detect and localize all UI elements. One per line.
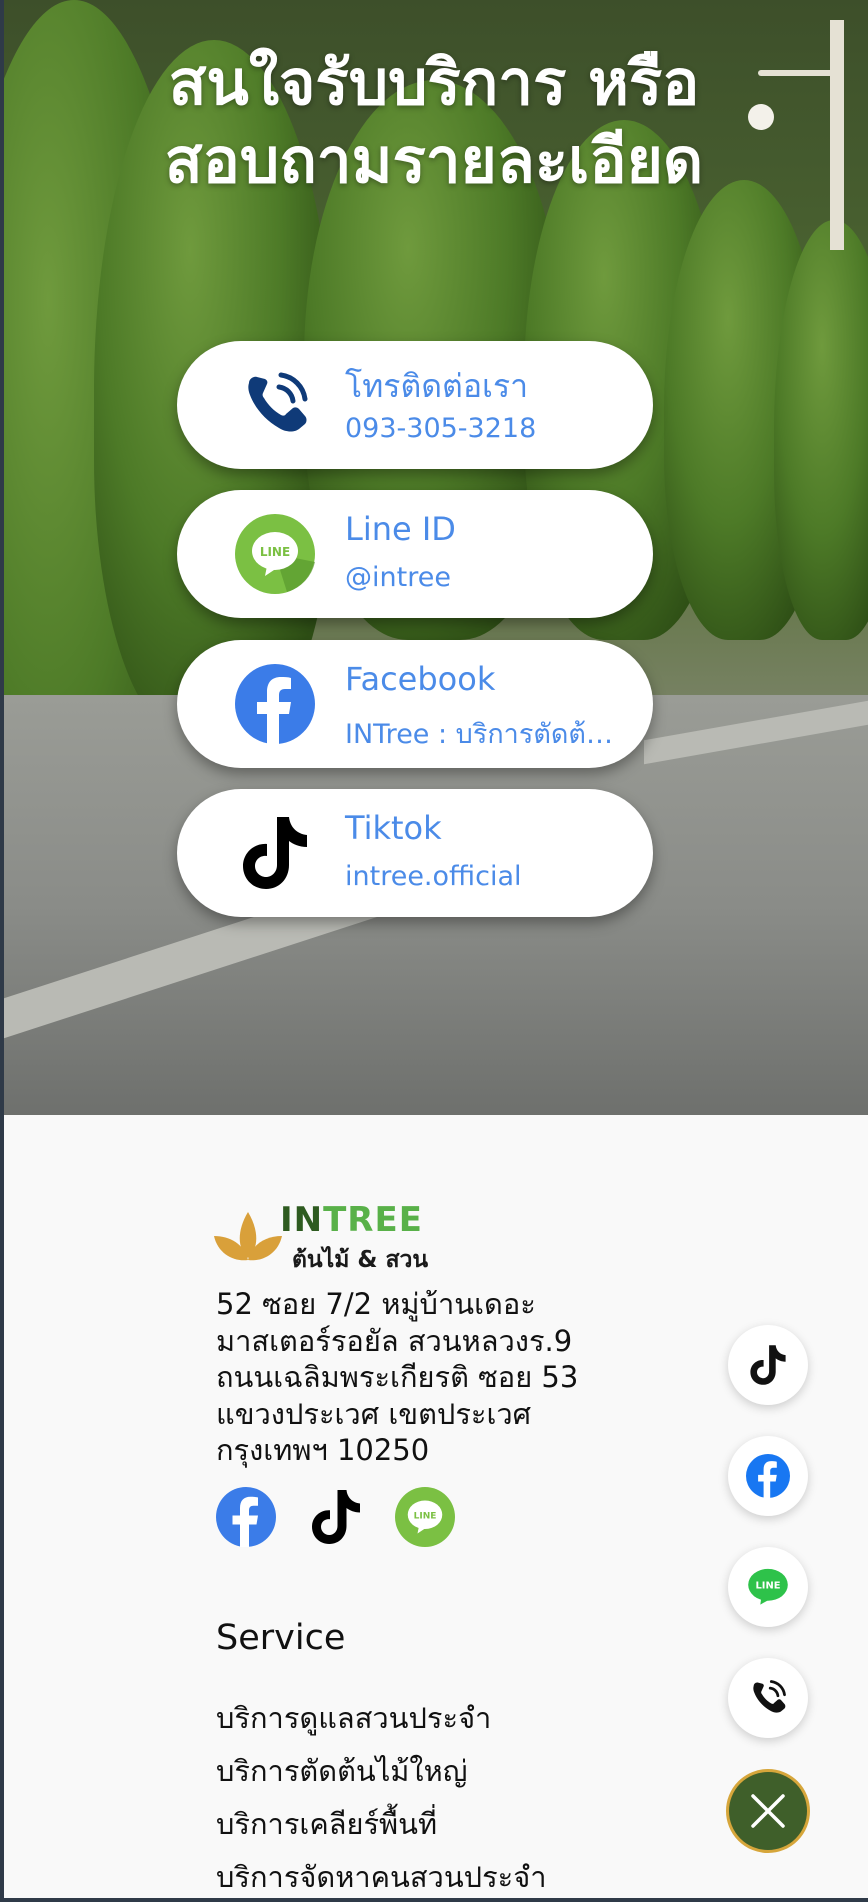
close-icon xyxy=(751,1794,785,1828)
svg-text:LINE: LINE xyxy=(260,545,290,559)
floating-close-button[interactable] xyxy=(726,1769,810,1853)
hero-title-line1: สนใจรับบริการ หรือ xyxy=(168,46,700,119)
footer-line-link[interactable]: LINE xyxy=(395,1487,455,1547)
address-line: มาสเตอร์รอยัล สวนหลวงร.9 xyxy=(216,1323,573,1358)
left-frame-edge xyxy=(0,0,4,1902)
line-icon: LINE xyxy=(395,1487,455,1547)
floating-phone-button[interactable] xyxy=(728,1658,808,1738)
service-link[interactable]: บริการดูแลสวนประจำ xyxy=(216,1695,491,1741)
contact-card-value: @intree xyxy=(345,562,451,593)
line-icon: LINE xyxy=(748,1568,788,1605)
address-line: กรุงเทพฯ 10250 xyxy=(216,1433,430,1467)
leaf-logo-icon xyxy=(214,1212,282,1261)
contact-card-phone[interactable]: โทรติดต่อเรา 093-305-3218 xyxy=(177,341,653,469)
footer-facebook-link[interactable] xyxy=(216,1487,276,1547)
floating-line-button[interactable]: LINE xyxy=(728,1547,808,1627)
floating-tiktok-button[interactable] xyxy=(728,1325,808,1405)
service-link[interactable]: บริการตัดต้นไม้ใหญ่ xyxy=(216,1748,467,1794)
contact-card-tiktok[interactable]: Tiktok intree.official xyxy=(177,789,653,917)
facebook-icon xyxy=(746,1454,790,1498)
svg-text:LINE: LINE xyxy=(755,1581,780,1592)
phone-icon xyxy=(753,1680,786,1713)
contact-card-value: 093-305-3218 xyxy=(345,413,537,444)
floating-facebook-button[interactable] xyxy=(728,1436,808,1516)
phone-icon xyxy=(235,365,315,445)
contact-card-title: Line ID xyxy=(345,510,456,548)
service-link[interactable]: บริการเคลียร์พื้นที่ xyxy=(216,1801,437,1847)
contact-card-value: INTree : บริการตัดต้นไม้ xyxy=(345,719,630,750)
address-line: ถนนเฉลิมพระเกียรติ ซอย 53 xyxy=(216,1360,579,1394)
service-heading: Service xyxy=(216,1618,346,1658)
bottom-frame-edge xyxy=(0,1898,868,1902)
footer-tiktok-link[interactable] xyxy=(306,1487,366,1547)
contact-card-line[interactable]: LINE Line ID @intree xyxy=(177,490,653,618)
address-line: 52 ซอย 7/2 หมู่บ้านเดอะ xyxy=(216,1287,536,1321)
brand-name: INTREE xyxy=(280,1200,423,1240)
brand-name-tree: TREE xyxy=(323,1200,423,1240)
address-line: แขวงประเวศ เขตประเวศ xyxy=(216,1396,532,1431)
facebook-icon xyxy=(216,1487,276,1547)
contact-card-title: Facebook xyxy=(345,660,496,698)
svg-text:LINE: LINE xyxy=(414,1512,437,1522)
hero-title-line2: สอบถามรายละเอียด xyxy=(164,124,704,197)
facebook-icon xyxy=(235,664,315,744)
tiktok-icon xyxy=(312,1490,360,1544)
line-icon: LINE xyxy=(235,514,315,594)
tiktok-icon xyxy=(750,1345,786,1385)
service-link[interactable]: บริการจัดหาคนสวนประจำ xyxy=(216,1854,547,1900)
contact-card-title: Tiktok xyxy=(345,809,442,847)
address-block: 52 ซอย 7/2 หมู่บ้านเดอะ มาสเตอร์รอยัล สว… xyxy=(216,1286,636,1469)
brand-tagline: ต้นไม้ & สวน xyxy=(292,1247,429,1273)
hero-title: สนใจรับบริการ หรือ สอบถามรายละเอียด xyxy=(0,44,868,200)
tiktok-icon xyxy=(235,813,315,893)
brand-name-in: IN xyxy=(280,1200,324,1240)
contact-card-value: intree.official xyxy=(345,861,522,892)
contact-card-title: โทรติดต่อเรา xyxy=(345,367,529,405)
contact-card-facebook[interactable]: Facebook INTree : บริการตัดต้นไม้ xyxy=(177,640,653,768)
brand-logo[interactable]: INTREE ต้นไม้ & สวน xyxy=(212,1200,442,1273)
